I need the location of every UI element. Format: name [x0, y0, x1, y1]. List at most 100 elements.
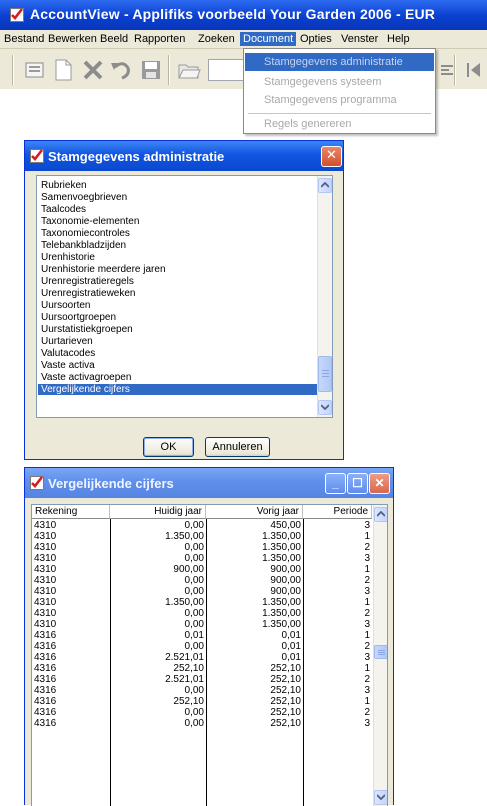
- list-item[interactable]: Taxonomie-elementen: [38, 216, 317, 227]
- list-item[interactable]: Taalcodes: [38, 204, 317, 215]
- menu-beeld[interactable]: Beeld: [97, 32, 131, 46]
- cell-periode: 1: [364, 531, 370, 542]
- ok-button[interactable]: OK: [143, 437, 194, 457]
- column-header-rekening[interactable]: Rekening: [32, 505, 110, 519]
- cell-periode: 3: [364, 586, 370, 597]
- list-item[interactable]: Taxonomiecontroles: [38, 228, 317, 239]
- list-item[interactable]: Valutacodes: [38, 348, 317, 359]
- menu-venster[interactable]: Venster: [338, 32, 381, 46]
- list-item[interactable]: Uurstatistiekgroepen: [38, 324, 317, 335]
- list-item-selected[interactable]: Vergelijkende cijfers: [38, 384, 317, 395]
- menu-bestand[interactable]: Bestand: [1, 32, 47, 46]
- close-icon[interactable]: ✕: [369, 473, 390, 494]
- cell-rekening: 4310: [34, 597, 57, 608]
- menu-bewerken[interactable]: Bewerken: [45, 32, 100, 46]
- list-item[interactable]: Telebankbladzijden: [38, 240, 317, 251]
- minimize-icon[interactable]: _: [325, 473, 346, 494]
- cell-periode: 3: [364, 685, 370, 696]
- menu-document[interactable]: Document: [240, 32, 297, 46]
- cell-huidig-jaar: 0,00: [184, 685, 204, 696]
- column-header-vorig-jaar[interactable]: Vorig jaar: [206, 505, 303, 519]
- column-header-periode[interactable]: Periode: [303, 505, 372, 519]
- menu-separator: [248, 113, 431, 114]
- list-item[interactable]: Vaste activagroepen: [38, 372, 317, 383]
- cell-huidig-jaar: 252,10: [173, 696, 204, 707]
- cell-periode: 1: [364, 564, 370, 575]
- menu-item-regels-genereren[interactable]: Regels genereren: [245, 115, 434, 133]
- cell-periode: 3: [364, 553, 370, 564]
- cell-huidig-jaar: 252,10: [173, 663, 204, 674]
- menu-item-stamgegevens-programma[interactable]: Stamgegevens programma: [245, 91, 434, 109]
- cell-vorig-jaar: 1.350,00: [262, 597, 301, 608]
- cell-huidig-jaar: 2.521,01: [165, 652, 204, 663]
- grid-scrollbar[interactable]: [373, 505, 387, 806]
- first-record-icon[interactable]: [461, 57, 487, 83]
- list-item[interactable]: Uursoortgroepen: [38, 312, 317, 323]
- list-item[interactable]: Uursoorten: [38, 300, 317, 311]
- cell-rekening: 4310: [34, 575, 57, 586]
- save-icon[interactable]: [138, 57, 164, 83]
- comparison-grid[interactable]: Rekening Huidig jaar Vorig jaar Periode …: [31, 504, 388, 806]
- close-icon[interactable]: ✕: [321, 146, 342, 167]
- scroll-up-icon[interactable]: [374, 507, 387, 522]
- stamgegevens-dialog: Stamgegevens administratie ✕ Rubrieken S…: [24, 140, 344, 460]
- list-icon[interactable]: [22, 57, 48, 83]
- list-item[interactable]: Urenhistorie: [38, 252, 317, 263]
- list-item[interactable]: Urenhistorie meerdere jaren: [38, 264, 317, 275]
- cell-vorig-jaar: 900,00: [270, 575, 301, 586]
- cell-rekening: 4310: [34, 520, 57, 531]
- toolbar-separator: [12, 55, 14, 85]
- menu-help[interactable]: Help: [384, 32, 413, 46]
- list-item[interactable]: Urenregistratieregels: [38, 276, 317, 287]
- cell-rekening: 4316: [34, 652, 57, 663]
- dialog-title: Stamgegevens administratie: [48, 149, 225, 164]
- scroll-thumb[interactable]: [374, 645, 387, 659]
- cell-vorig-jaar: 1.350,00: [262, 619, 301, 630]
- maximize-icon[interactable]: ☐: [347, 473, 368, 494]
- align-icon[interactable]: [436, 57, 462, 83]
- menu-rapporten[interactable]: Rapporten: [131, 32, 188, 46]
- cell-rekening: 4316: [34, 696, 57, 707]
- cell-huidig-jaar: 1.350,00: [165, 531, 204, 542]
- list-item[interactable]: Samenvoegbrieven: [38, 192, 317, 203]
- cell-rekening: 4316: [34, 663, 57, 674]
- menu-zoeken[interactable]: Zoeken: [195, 32, 238, 46]
- column-header-huidig-jaar[interactable]: Huidig jaar: [110, 505, 206, 519]
- scroll-down-icon[interactable]: [318, 400, 332, 415]
- cell-huidig-jaar: 900,00: [173, 564, 204, 575]
- cell-rekening: 4310: [34, 542, 57, 553]
- menu-item-stamgegevens-administratie[interactable]: Stamgegevens administratie: [245, 53, 434, 71]
- dialog-title-bar[interactable]: Stamgegevens administratie ✕: [25, 141, 343, 171]
- cell-periode: 3: [364, 520, 370, 531]
- list-item[interactable]: Uurtarieven: [38, 336, 317, 347]
- cell-vorig-jaar: 1.350,00: [262, 608, 301, 619]
- toolbar-field[interactable]: [208, 59, 248, 81]
- check-icon: [10, 8, 24, 22]
- cell-vorig-jaar: 0,01: [281, 652, 301, 663]
- scroll-thumb[interactable]: [318, 356, 332, 392]
- cell-vorig-jaar: 252,10: [270, 696, 301, 707]
- delete-icon[interactable]: [80, 57, 106, 83]
- new-doc-icon[interactable]: [50, 57, 76, 83]
- stamgegevens-list[interactable]: Rubrieken Samenvoegbrieven Taalcodes Tax…: [36, 175, 333, 418]
- cell-periode: 3: [364, 718, 370, 729]
- menu-item-stamgegevens-systeem[interactable]: Stamgegevens systeem: [245, 73, 434, 91]
- window-title-bar[interactable]: Vergelijkende cijfers _ ☐ ✕: [25, 468, 393, 498]
- scroll-down-icon[interactable]: [374, 790, 387, 805]
- cell-periode: 3: [364, 652, 370, 663]
- list-item[interactable]: Rubrieken: [38, 180, 317, 191]
- cell-huidig-jaar: 0,00: [184, 542, 204, 553]
- cell-huidig-jaar: 0,00: [184, 575, 204, 586]
- cell-rekening: 4310: [34, 531, 57, 542]
- scroll-up-icon[interactable]: [318, 178, 332, 193]
- list-item[interactable]: Vaste activa: [38, 360, 317, 371]
- undo-icon[interactable]: [108, 57, 134, 83]
- list-scrollbar[interactable]: [317, 176, 332, 417]
- cell-vorig-jaar: 1.350,00: [262, 531, 301, 542]
- cancel-button[interactable]: Annuleren: [205, 437, 270, 457]
- list-item[interactable]: Urenregistratieweken: [38, 288, 317, 299]
- menu-opties[interactable]: Opties: [297, 32, 335, 46]
- cell-periode: 1: [364, 696, 370, 707]
- cell-rekening: 4310: [34, 619, 57, 630]
- folder-icon[interactable]: [176, 57, 202, 83]
